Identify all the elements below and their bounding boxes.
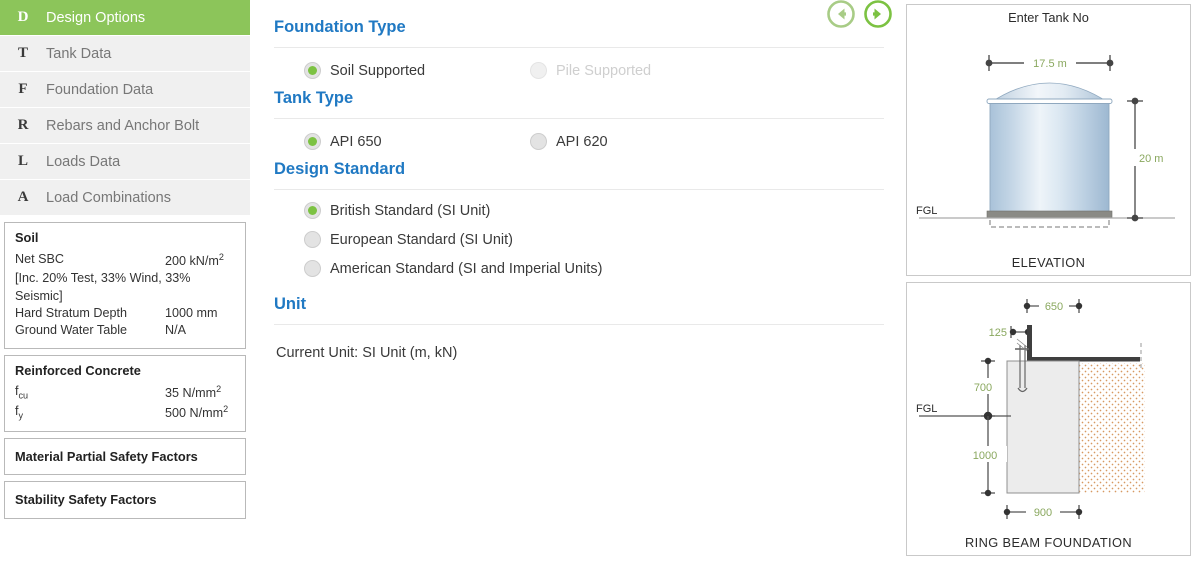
sidebar-item-foundation-data[interactable]: F Foundation Data: [0, 72, 250, 108]
load-combinations-letter-icon: A: [17, 189, 29, 205]
main-content: Foundation Type Soil Supported Pile Supp…: [250, 0, 906, 576]
hard-stratum-row: Hard Stratum Depth 1000 mm: [15, 305, 235, 322]
section-title: Tank Type: [274, 89, 354, 107]
sidebar-item-label: Load Combinations: [46, 189, 171, 206]
radio-mark-icon: [304, 231, 321, 248]
radio-european-standard[interactable]: European Standard (SI Unit): [304, 231, 884, 248]
radio-mark-icon: [304, 133, 321, 150]
ring-beam-foundation-panel[interactable]: 650 125 700 FGL 1000 900 RING BEAM FOUND…: [906, 282, 1191, 556]
hard-stratum-value: 1000 mm: [165, 305, 218, 320]
radio-british-standard[interactable]: British Standard (SI Unit): [304, 202, 884, 219]
ground-water-table-row: Ground Water Table N/A: [15, 322, 235, 339]
radio-label: European Standard (SI Unit): [330, 231, 513, 248]
sidebar-nav: D Design Options T Tank Data F Foundatio…: [0, 0, 250, 216]
base-width-dimension: 900: [1034, 507, 1052, 519]
elevation-caption: ELEVATION: [1011, 255, 1086, 270]
current-unit-text: Current Unit: SI Unit (m, kN): [276, 345, 458, 361]
sidebar-item-label: Design Options: [46, 9, 146, 26]
fy-label: fy: [15, 403, 24, 421]
sidebar-item-design-options[interactable]: D Design Options: [0, 0, 250, 36]
sidebar-item-loads-data[interactable]: L Loads Data: [0, 144, 250, 180]
ring-beam-foundation-drawing: 650 125 700 FGL 1000 900: [915, 297, 1145, 519]
shell-thickness-dimension: 125: [989, 327, 1007, 339]
radio-mark-icon: [304, 62, 321, 79]
section-title: Foundation Type: [274, 18, 406, 36]
sidebar: D Design Options T Tank Data F Foundatio…: [0, 0, 250, 576]
radio-label: Soil Supported: [330, 62, 426, 79]
radio-api-620[interactable]: API 620: [530, 133, 756, 150]
tank-data-letter-icon: T: [17, 45, 28, 61]
sidebar-item-label: Foundation Data: [46, 81, 154, 98]
concrete-panel-title: Reinforced Concrete: [15, 362, 141, 378]
diagram-column: Enter Tank No 17.5 m FGL 20 m ELEVATION …: [906, 0, 1194, 576]
tank-type-section-header: Tank Type: [274, 89, 884, 118]
sidebar-item-rebars-and-anchor-bolt[interactable]: R Rebars and Anchor Bolt: [0, 108, 250, 144]
ground-water-table-label: Ground Water Table: [15, 323, 128, 338]
design-standard-section-header: Design Standard: [274, 160, 884, 189]
ground-water-table-value: N/A: [165, 323, 186, 338]
radio-label: American Standard (SI and Imperial Units…: [330, 260, 603, 277]
tank-height-dimension: 20 m: [1139, 153, 1163, 165]
foundation-type-section-header: Foundation Type: [274, 18, 884, 47]
radio-label: API 650: [330, 133, 382, 150]
radio-soil-supported[interactable]: Soil Supported: [304, 62, 530, 79]
sidebar-item-label: Rebars and Anchor Bolt: [46, 117, 200, 134]
radio-mark-icon: [530, 133, 547, 150]
foundation-data-letter-icon: F: [18, 81, 28, 97]
sidebar-item-load-combinations[interactable]: A Load Combinations: [0, 180, 250, 216]
unit-section-header: Unit: [274, 295, 884, 324]
design-standard-options: British Standard (SI Unit) European Stan…: [274, 190, 884, 295]
radio-label: Pile Supported: [556, 62, 652, 79]
foundation-fgl-label: FGL: [916, 403, 937, 415]
elevation-diagram-panel[interactable]: Enter Tank No 17.5 m FGL 20 m ELEVATION: [906, 4, 1191, 276]
loads-data-letter-icon: L: [17, 153, 28, 169]
stability-safety-factors-panel[interactable]: Stability Safety Factors: [4, 481, 246, 519]
tank-diameter-dimension: 17.5 m: [1033, 58, 1067, 70]
radio-mark-icon: [304, 202, 321, 219]
section-title: Unit: [274, 295, 307, 313]
elevation-fgl-label: FGL: [916, 205, 937, 217]
foundation-type-options: Soil Supported Pile Supported: [274, 48, 884, 89]
soil-note: [Inc. 20% Test, 33% Wind, 33% Seismic]: [15, 271, 191, 303]
enter-tank-no-label: Enter Tank No: [1008, 10, 1089, 25]
sidebar-item-label: Loads Data: [46, 153, 121, 170]
net-sbc-value: 200 kN/m2: [165, 251, 224, 268]
radio-mark-icon: [530, 62, 547, 79]
radio-label: API 620: [556, 133, 608, 150]
radio-mark-icon: [304, 260, 321, 277]
fy-row: fy 500 N/mm2: [15, 403, 235, 423]
stability-safety-factors-label: Stability Safety Factors: [15, 492, 157, 508]
tank-type-options: API 650 API 620: [274, 119, 884, 160]
tank-elevation-drawing: 17.5 m FGL 20 m: [915, 54, 1175, 228]
material-partial-safety-factors-label: Material Partial Safety Factors: [15, 448, 198, 464]
fcu-value: 35 N/mm2: [165, 384, 222, 401]
fy-value: 500 N/mm2: [165, 403, 229, 421]
upper-depth-dimension: 700: [974, 382, 992, 394]
material-partial-safety-factors-panel[interactable]: Material Partial Safety Factors: [4, 437, 246, 476]
soil-net-sbc-row: Net SBC 200 kN/m2: [15, 251, 235, 271]
soil-summary-panel[interactable]: Soil Net SBC 200 kN/m2 [Inc. 20% Test, 3…: [4, 222, 246, 349]
app-root: D Design Options T Tank Data F Foundatio…: [0, 0, 1194, 576]
radio-label: British Standard (SI Unit): [330, 202, 491, 219]
reinforced-concrete-panel[interactable]: Reinforced Concrete fcu 35 N/mm2 fy 500 …: [4, 354, 246, 432]
soil-panel-title: Soil: [15, 230, 39, 245]
hard-stratum-label: Hard Stratum Depth: [15, 305, 127, 320]
ring-beam-foundation-caption: RING BEAM FOUNDATION: [964, 535, 1133, 550]
fcu-row: fcu 35 N/mm2: [15, 383, 235, 403]
radio-pile-supported: Pile Supported: [530, 62, 756, 79]
lower-depth-dimension: 1000: [973, 450, 997, 462]
section-title: Design Standard: [274, 160, 406, 178]
ring-beam-top-width-dimension: 650: [1045, 301, 1063, 313]
radio-american-standard[interactable]: American Standard (SI and Imperial Units…: [304, 260, 884, 277]
net-sbc-label: Net SBC: [15, 251, 64, 266]
rebars-letter-icon: R: [17, 117, 29, 133]
sidebar-item-label: Tank Data: [46, 45, 112, 62]
fcu-label: fcu: [15, 384, 29, 401]
design-options-letter-icon: D: [17, 9, 29, 25]
sidebar-item-tank-data[interactable]: T Tank Data: [0, 36, 250, 72]
radio-api-650[interactable]: API 650: [304, 133, 530, 150]
